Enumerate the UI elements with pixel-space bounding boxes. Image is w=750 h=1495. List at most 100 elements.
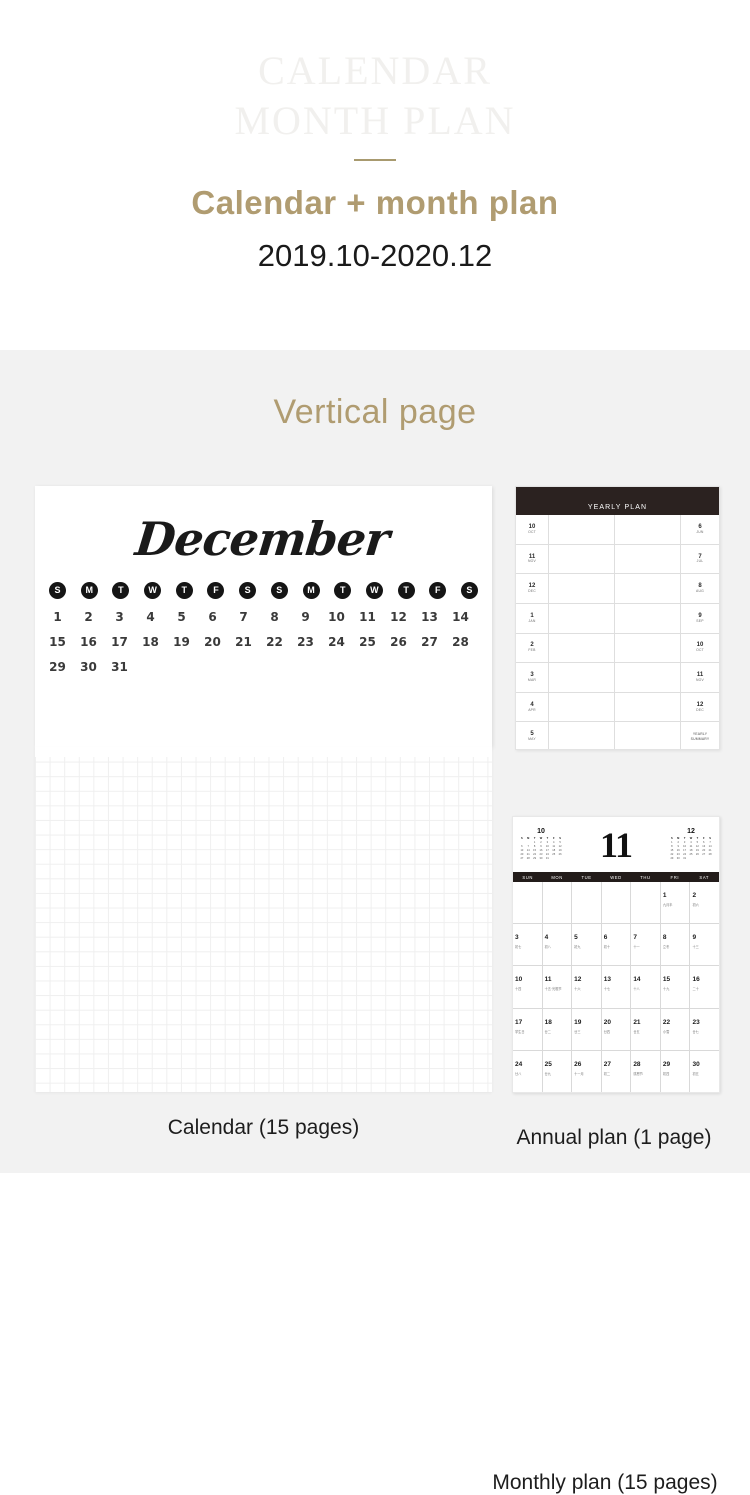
calendar-weekday-circle: M: [302, 582, 320, 599]
monthly-plan-day-cell[interactable]: 19 廿三: [572, 1008, 602, 1050]
monthly-plan-day-cell[interactable]: 3 初七: [513, 924, 543, 966]
yearly-plan-notes-left[interactable]: [549, 574, 615, 603]
monthly-plan-day-cell[interactable]: [572, 882, 602, 924]
monthly-plan-day-cell[interactable]: 25 廿九: [543, 1050, 573, 1092]
yearly-plan-row[interactable]: 1 JAN 9 SEP: [516, 603, 719, 634]
calendar-day-number: 6: [208, 610, 217, 624]
monthly-plan-day-cell[interactable]: 6 初十: [602, 924, 632, 966]
calendar-day-number: .: [390, 660, 407, 674]
monthly-plan-day-cell[interactable]: 9 十三: [690, 924, 719, 965]
monthly-plan-day-cell[interactable]: 15 十九: [661, 966, 691, 1008]
monthly-plan-preview-card[interactable]: 10 S M T W T F S 1 2 3 4 5 6 7 8 9 10 11 12 13 14 15 16 17 18 19 2…: [512, 816, 720, 1093]
page-subtitle: 2019.10-2020.12: [257, 238, 493, 273]
yearly-plan-notes-left[interactable]: [549, 722, 615, 749]
annual-plan-preview-card[interactable]: YEARLY PLAN 10 OCT 6 JUN 11 NOV 7 JUL 12 DEC 8 AUG 1…: [515, 486, 720, 750]
calendar-day-number: 9: [301, 610, 310, 624]
monthly-plan-day-number: 3: [515, 934, 519, 942]
yearly-plan-row[interactable]: 12 DEC 8 AUG: [516, 574, 719, 604]
calendar-preview-card[interactable]: December SMTWTFSSMTWTFS 1 2 3 4 5 6 7 8 9 10 11 12 1…: [35, 486, 492, 747]
monthly-plan-day-cell[interactable]: [513, 882, 543, 924]
monthly-plan-day-cell[interactable]: 27 初二: [602, 1050, 632, 1092]
monthly-plan-week-row: 3 初七 4 初八 5 初九 6 初十 7 十一 8 立冬 9 十三: [513, 924, 719, 967]
monthly-plan-day-cell[interactable]: 29 初四: [661, 1050, 691, 1092]
yearly-plan-row[interactable]: 3 MAR 11 NOV: [516, 663, 719, 693]
monthly-plan-day-cell[interactable]: 30 初五: [690, 1051, 719, 1092]
monthly-plan-day-cell[interactable]: 8 立冬: [661, 924, 691, 966]
monthly-plan-week-row: 24 廿八 25 廿九 26 十一月 27 初二 28 感恩节 29 初四 30 初五: [513, 1050, 719, 1092]
monthly-plan-day-cell[interactable]: 11 十五·光棍节: [543, 966, 573, 1008]
yearly-plan-notes-right[interactable]: [615, 692, 681, 722]
monthly-plan-day-label: 九月半: [662, 903, 673, 907]
yearly-plan-notes-left[interactable]: [549, 515, 615, 544]
monthly-plan-day-cell[interactable]: 26 十一月: [572, 1050, 602, 1092]
monthly-plan-day-cell[interactable]: 12 十六: [572, 966, 602, 1008]
yearly-plan-notes-right[interactable]: [615, 633, 681, 663]
calendar-weekday-circle: S: [49, 582, 66, 599]
grid-paper-preview[interactable]: [35, 747, 492, 1092]
calendar-weekday-circle: T: [175, 582, 193, 599]
yearly-plan-notes-right[interactable]: [615, 515, 681, 544]
calendar-day-number: 10: [328, 610, 345, 624]
caption-monthly-plan: Monthly plan (15 pages): [492, 1471, 718, 1494]
yearly-plan-notes-right[interactable]: [615, 722, 681, 749]
calendar-day-number: 4: [146, 610, 155, 624]
monthly-plan-day-cell[interactable]: 28 感恩节: [631, 1050, 661, 1092]
calendar-day-number: 29: [49, 660, 66, 674]
monthly-plan-day-number: 11: [544, 976, 552, 984]
yearly-plan-notes-right[interactable]: [615, 544, 681, 574]
monthly-plan-day-cell[interactable]: 1 九月半: [661, 882, 691, 924]
calendar-weekday-circle: M: [80, 582, 98, 599]
calendar-weekday-circle: F: [207, 582, 225, 599]
yearly-plan-notes-left[interactable]: [549, 663, 615, 692]
monthly-plan-day-cell[interactable]: 10 十四: [513, 966, 543, 1008]
monthly-plan-day-cell[interactable]: 18 廿二: [543, 1008, 573, 1050]
mini-calendar-day: 26: [695, 853, 699, 857]
monthly-plan-day-cell[interactable]: 24 廿八: [513, 1050, 543, 1092]
monthly-plan-grid: 1 九月半 2 初六 3 初七 4 初八 5 初九 6 初十 7 十一 8 立冬 9 十三 10 十四 11 十五·光棍节…: [513, 882, 719, 1092]
yearly-plan-notes-right[interactable]: [615, 663, 681, 692]
mini-calendar-next-grid: S M T W T F S 1 2 3 4 5 6 7 8 9 10 11 12 13 14 15 16 17 18 19 20 21…: [669, 837, 713, 860]
monthly-plan-day-label: 感恩节: [633, 1071, 643, 1076]
monthly-plan-day-number: 17: [515, 1018, 523, 1026]
yearly-plan-notes-right[interactable]: [615, 603, 681, 633]
calendar-day-number: 25: [359, 635, 376, 649]
monthly-plan-day-cell[interactable]: 13 十七: [602, 966, 632, 1008]
monthly-plan-day-cell[interactable]: 7 十一: [631, 924, 661, 966]
monthly-plan-day-number: 22: [662, 1018, 671, 1026]
mini-calendar-day: [701, 857, 707, 860]
monthly-plan-day-cell[interactable]: [602, 882, 632, 924]
page-title: Calendar + month plan: [191, 184, 559, 221]
yearly-plan-row[interactable]: 4 APR 12 DEC: [516, 692, 719, 723]
monthly-plan-day-cell[interactable]: 23 廿七: [690, 1009, 719, 1050]
monthly-plan-day-cell[interactable]: 4 初八: [543, 924, 573, 966]
monthly-plan-day-cell[interactable]: [631, 882, 661, 924]
monthly-plan-day-cell[interactable]: 5 初九: [572, 924, 602, 966]
monthly-plan-day-label: 十三: [692, 945, 699, 950]
yearly-plan-row[interactable]: 10 OCT 6 JUN: [516, 515, 719, 545]
monthly-plan-day-cell[interactable]: 17 学生日: [513, 1008, 543, 1050]
monthly-plan-weekday-label: TUE: [581, 874, 592, 880]
yearly-plan-notes-right[interactable]: [615, 574, 681, 603]
yearly-plan-row[interactable]: 2 FEB 10 OCT: [516, 633, 719, 664]
yearly-plan-notes-left[interactable]: [549, 692, 615, 722]
yearly-plan-notes-left[interactable]: [549, 633, 615, 663]
monthly-plan-day-cell[interactable]: [543, 882, 573, 924]
monthly-plan-day-number: 1: [662, 892, 667, 899]
yearly-plan-row[interactable]: 11 NOV 7 JUL: [516, 544, 719, 575]
calendar-day-row: 29 30 31...........: [35, 649, 492, 674]
monthly-plan-day-number: 20: [603, 1018, 611, 1026]
yearly-plan-row[interactable]: 5 MAY YEARLY SUMMARY: [516, 722, 719, 749]
yearly-plan-notes-left[interactable]: [549, 603, 615, 633]
monthly-plan-day-cell[interactable]: 2 初六: [690, 882, 719, 923]
monthly-plan-day-cell[interactable]: 14 十八: [631, 966, 661, 1008]
monthly-plan-day-cell[interactable]: 22 小雪: [661, 1008, 691, 1050]
monthly-plan-day-cell[interactable]: 16 二十: [690, 966, 719, 1007]
mini-calendar-next: 12 S M T W T F S 1 2 3 4 5 6 7 8 9 10 11 12 13 14 15 16 17 18 19 2…: [669, 828, 713, 860]
yearly-plan-notes-left[interactable]: [549, 544, 615, 574]
monthly-plan-week-row: 1 九月半 2 初六: [513, 882, 719, 925]
monthly-plan-day-cell[interactable]: 20 廿四: [602, 1008, 632, 1050]
monthly-plan-day-number: 30: [692, 1060, 700, 1068]
monthly-plan-day-cell[interactable]: 21 廿五: [631, 1008, 661, 1050]
monthly-plan-day-number: 10: [515, 976, 523, 984]
monthly-plan-day-number: 26: [574, 1060, 582, 1068]
